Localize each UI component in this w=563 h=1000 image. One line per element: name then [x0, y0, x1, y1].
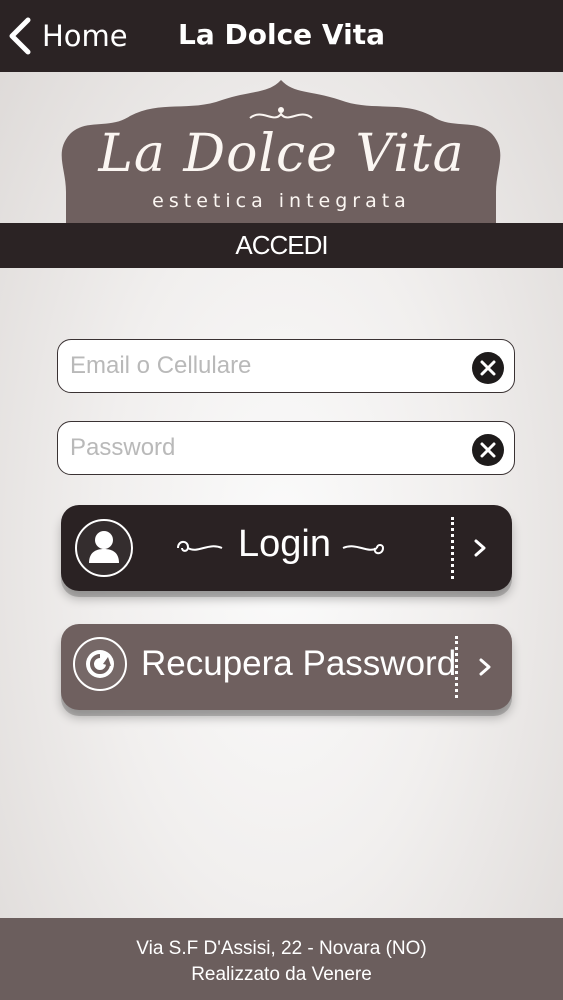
footer: Via S.F D'Assisi, 22 - Novara (NO) Reali…	[0, 918, 563, 1000]
chevron-right-icon	[474, 539, 486, 557]
logo-subtitle: estetica integrata	[152, 190, 411, 212]
password-clear-button[interactable]	[472, 434, 504, 466]
login-button[interactable]: Login	[61, 505, 512, 591]
password-input[interactable]	[70, 422, 460, 473]
recover-password-button[interactable]: Recupera Password	[61, 624, 512, 710]
password-field-container	[57, 421, 515, 475]
recover-password-label: Recupera Password	[141, 644, 457, 683]
close-icon	[480, 442, 496, 458]
login-button-label: Login	[238, 523, 331, 565]
swirl-left-icon	[177, 540, 223, 552]
logo-title: La Dolce Vita	[98, 124, 465, 184]
brand-logo: La Dolce Vita estetica integrata	[0, 72, 563, 232]
email-input[interactable]	[70, 340, 460, 391]
button-divider	[451, 517, 454, 579]
page-title: La Dolce Vita	[178, 18, 385, 51]
close-icon	[480, 360, 496, 376]
section-title: ACCEDI	[0, 223, 563, 268]
email-field-container	[57, 339, 515, 393]
nav-bar: Home La Dolce Vita	[0, 0, 563, 72]
user-icon	[75, 519, 133, 577]
footer-address: Via S.F D'Assisi, 22 - Novara (NO)	[136, 938, 427, 959]
chevron-right-icon	[479, 658, 491, 676]
refresh-icon	[73, 637, 127, 691]
swirl-right-icon	[342, 544, 385, 555]
email-clear-button[interactable]	[472, 352, 504, 384]
button-divider	[455, 636, 458, 698]
footer-credit: Realizzato da Venere	[191, 964, 372, 985]
